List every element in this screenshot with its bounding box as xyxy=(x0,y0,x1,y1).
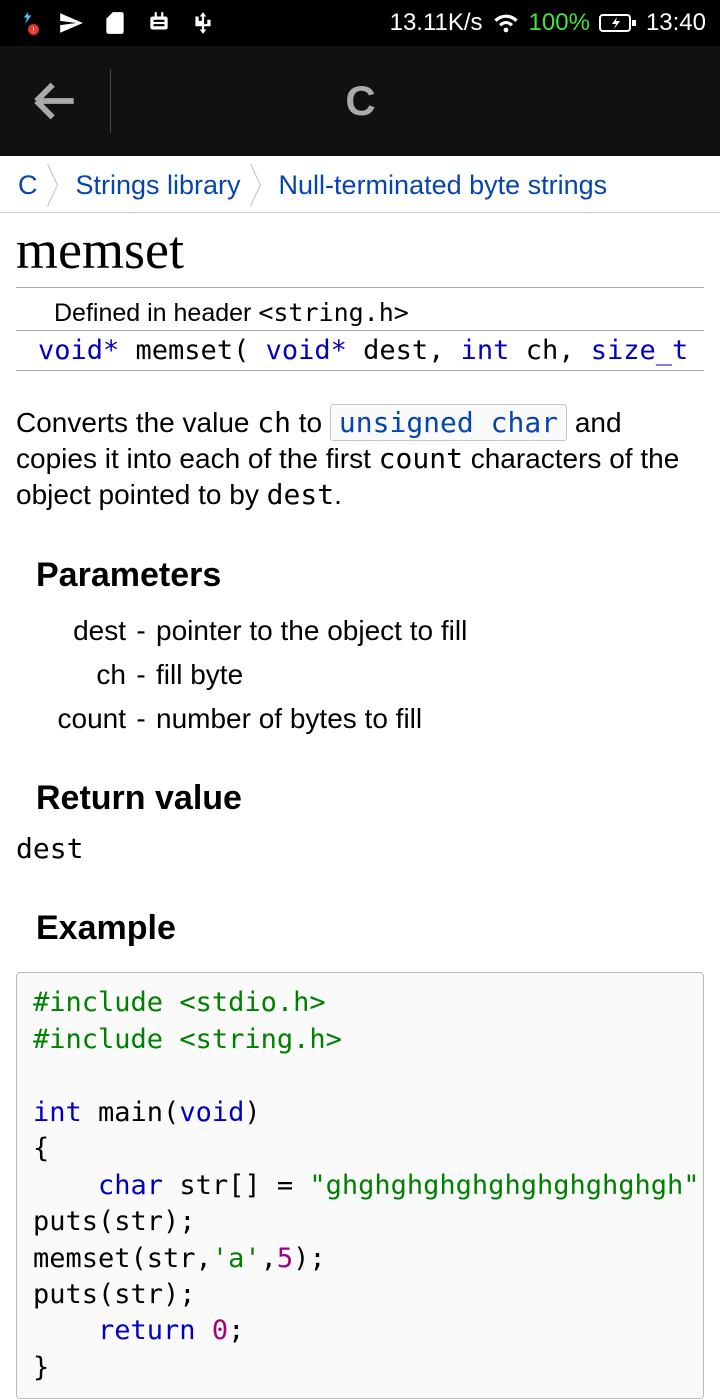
code-include: #include xyxy=(33,1024,179,1055)
breadcrumb-byte-strings[interactable]: Null-terminated byte strings xyxy=(265,166,622,205)
param-dash: - xyxy=(126,703,156,735)
code-paren: ); xyxy=(293,1243,326,1274)
desc-text: . xyxy=(334,479,342,510)
code-main: main( xyxy=(82,1097,180,1128)
page-category-title: C xyxy=(1,77,720,125)
param-name: dest xyxy=(16,615,126,647)
fn-name: memset( xyxy=(119,335,265,366)
clock: 13:40 xyxy=(646,9,706,37)
code-decl: str[] = xyxy=(163,1170,309,1201)
code-semi: ; xyxy=(228,1315,244,1346)
arg-ch: ch, xyxy=(509,335,590,366)
content: memset Defined in header <string.h> void… xyxy=(0,213,720,1399)
return-value: dest xyxy=(16,832,704,865)
code-kw-char: char xyxy=(98,1170,163,1201)
send-icon xyxy=(58,10,84,36)
network-speed: 13.11K/s xyxy=(390,9,483,37)
defined-in-header: Defined in header <string.h> xyxy=(16,292,704,331)
svg-text:!: ! xyxy=(32,25,34,35)
declaration: void* memset( void* dest, int ch, size_t… xyxy=(16,331,704,371)
param-desc: number of bytes to fill xyxy=(156,703,704,735)
status-right: 13.11K/s 100% 13:40 xyxy=(390,9,706,37)
breadcrumb-sep xyxy=(255,164,265,206)
breadcrumb-strings-library[interactable]: Strings library xyxy=(62,166,255,205)
code-brace: } xyxy=(33,1352,49,1383)
code-header: <stdio.h> xyxy=(179,987,325,1018)
debug-icon xyxy=(146,10,172,36)
wifi-icon xyxy=(492,9,520,37)
code-kw-void: void xyxy=(179,1097,244,1128)
code-kw-return: return xyxy=(98,1315,196,1346)
param-name: count xyxy=(16,703,126,735)
link-unsigned-char[interactable]: unsigned char xyxy=(330,404,567,441)
description: Converts the value ch to unsigned char a… xyxy=(16,405,704,512)
status-bar: ! 13.11K/s 100% 13:40 xyxy=(0,0,720,46)
code-line: puts(str); xyxy=(33,1206,196,1237)
code-char: 'a' xyxy=(212,1243,261,1274)
code-semi: ; xyxy=(700,1170,704,1201)
param-desc: fill byte xyxy=(156,659,704,691)
code-line: puts(str); xyxy=(33,1279,196,1310)
page-title: memset xyxy=(16,213,704,288)
param-dash: - xyxy=(126,659,156,691)
header-name: <string.h> xyxy=(258,298,409,327)
desc-text: to xyxy=(291,407,330,438)
sd-card-icon xyxy=(102,10,128,36)
heading-parameters: Parameters xyxy=(16,556,704,595)
kw-voidptr: void* xyxy=(38,335,119,366)
code-line: memset(str, xyxy=(33,1243,212,1274)
code-brace: { xyxy=(33,1133,49,1164)
usb-icon xyxy=(190,10,216,36)
breadcrumb-c[interactable]: C xyxy=(8,166,52,205)
code-string: "ghghghghghghghghghghgh" xyxy=(309,1170,699,1201)
battery-percent: 100% xyxy=(529,9,590,37)
code-number: 5 xyxy=(277,1243,293,1274)
code-comma: , xyxy=(261,1243,277,1274)
arg-dest: dest, xyxy=(347,335,461,366)
kw-sizet: size_t xyxy=(591,335,689,366)
kw-int: int xyxy=(461,335,510,366)
heading-example: Example xyxy=(16,909,704,948)
breadcrumb-sep xyxy=(52,164,62,206)
breadcrumb: C Strings library Null-terminated byte s… xyxy=(0,156,720,213)
code-space xyxy=(196,1315,212,1346)
kw-voidptr: void* xyxy=(266,335,347,366)
param-name: ch xyxy=(16,659,126,691)
code-include: #include xyxy=(33,987,179,1018)
example-code: #include <stdio.h> #include <string.h> i… xyxy=(16,972,704,1399)
code-number: 0 xyxy=(212,1315,228,1346)
param-desc: pointer to the object to fill xyxy=(156,615,704,647)
code-dest: dest xyxy=(267,478,334,511)
defined-text: Defined in header xyxy=(54,299,258,327)
status-icons-left: ! xyxy=(14,10,216,36)
code-ch: ch xyxy=(257,406,291,439)
heading-return-value: Return value xyxy=(16,779,704,818)
param-dash: - xyxy=(126,615,156,647)
code-header: <string.h> xyxy=(179,1024,342,1055)
battery-icon xyxy=(599,12,637,34)
parameters-table: dest - pointer to the object to fill ch … xyxy=(16,615,704,735)
cleaner-icon: ! xyxy=(14,10,40,36)
code-paren: ) xyxy=(244,1097,260,1128)
app-bar: C xyxy=(0,46,720,156)
desc-text: Converts the value xyxy=(16,407,257,438)
code-count: count xyxy=(379,442,463,475)
code-kw-int: int xyxy=(33,1097,82,1128)
arg-count: cou xyxy=(688,335,704,366)
